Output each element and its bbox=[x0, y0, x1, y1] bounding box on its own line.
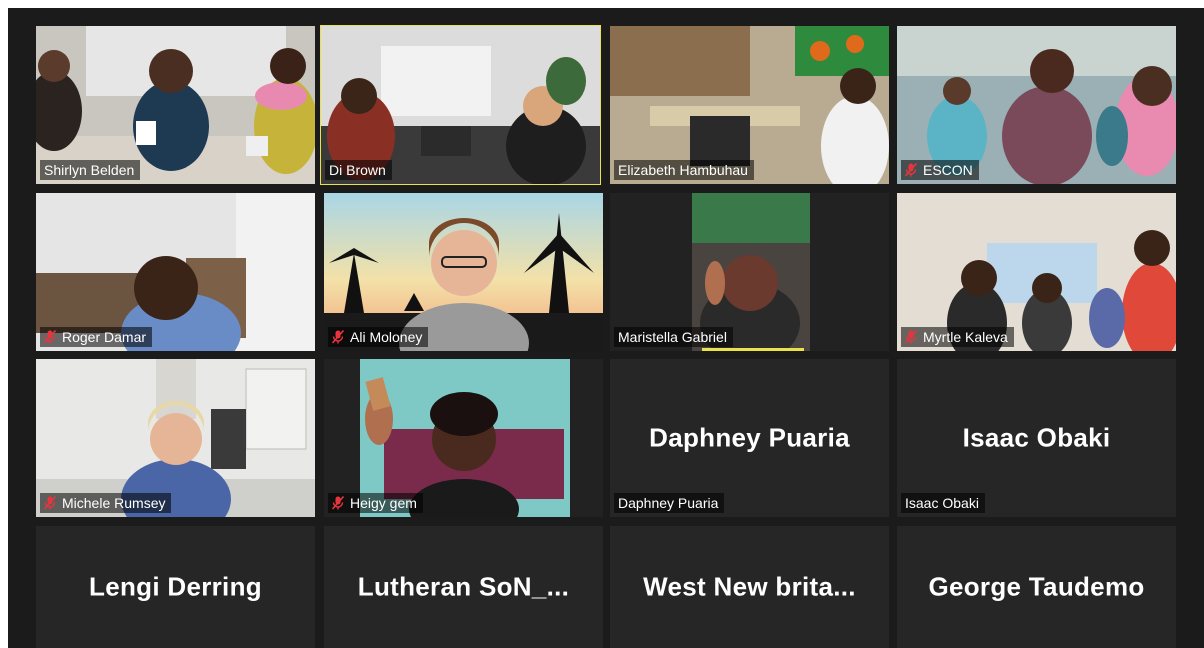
muted-microphone-icon bbox=[332, 496, 344, 510]
participant-tile-video-off[interactable]: Daphney Puaria Daphney Puaria bbox=[610, 359, 889, 517]
participant-tile-video-off[interactable]: Isaac Obaki Isaac Obaki bbox=[897, 359, 1176, 517]
muted-microphone-icon bbox=[332, 330, 344, 344]
participant-name-label: Isaac Obaki bbox=[901, 493, 985, 513]
participant-tile-video-off[interactable]: West New brita... bbox=[610, 526, 889, 648]
participant-name-label: Myrtle Kaleva bbox=[901, 327, 1014, 347]
participant-tile-video-off[interactable]: Lutheran SoN_... bbox=[324, 526, 603, 648]
participant-display-name: Isaac Obaki bbox=[962, 422, 1111, 453]
participant-name-label: Di Brown bbox=[325, 160, 392, 180]
participant-tile[interactable]: Elizabeth Hambuhau bbox=[610, 26, 889, 184]
muted-microphone-icon bbox=[905, 330, 917, 344]
participant-name-label: Michele Rumsey bbox=[40, 493, 172, 513]
participant-name-label: Ali Moloney bbox=[328, 327, 429, 347]
participant-display-name: Lutheran SoN_... bbox=[357, 571, 570, 602]
participant-tile[interactable]: Heigy gem bbox=[324, 359, 603, 517]
participant-display-name: Daphney Puaria bbox=[649, 422, 850, 453]
participant-name-label: Maristella Gabriel bbox=[614, 327, 733, 347]
participant-display-name: Lengi Derring bbox=[89, 571, 262, 602]
participant-tile-active-speaker[interactable]: Di Brown bbox=[320, 25, 601, 185]
participant-tile-video-off[interactable]: Lengi Derring bbox=[36, 526, 315, 648]
participant-name-label: ESCON bbox=[901, 160, 979, 180]
participant-name-label: Daphney Puaria bbox=[614, 493, 725, 513]
participant-tile[interactable]: Shirlyn Belden bbox=[36, 26, 315, 184]
participant-name-label: Roger Damar bbox=[40, 327, 153, 347]
muted-microphone-icon bbox=[905, 163, 917, 177]
participant-tile[interactable]: Myrtle Kaleva bbox=[897, 193, 1176, 351]
muted-microphone-icon bbox=[44, 496, 56, 510]
participant-display-name: West New brita... bbox=[643, 571, 856, 602]
participant-tile[interactable]: Ali Moloney bbox=[324, 193, 603, 351]
gallery-view: Shirlyn Belden Di Brown Elizabeth Hambuh… bbox=[8, 8, 1204, 648]
participant-display-name: George Taudemo bbox=[928, 571, 1145, 602]
participant-tile[interactable]: ESCON bbox=[897, 26, 1176, 184]
participant-tile[interactable]: Michele Rumsey bbox=[36, 359, 315, 517]
muted-microphone-icon bbox=[44, 330, 56, 344]
participant-tile-video-off[interactable]: George Taudemo bbox=[897, 526, 1176, 648]
participant-name-label: Elizabeth Hambuhau bbox=[614, 160, 754, 180]
participant-tile[interactable]: Maristella Gabriel bbox=[610, 193, 889, 351]
participant-tile[interactable]: Roger Damar bbox=[36, 193, 315, 351]
participant-name-label: Heigy gem bbox=[328, 493, 423, 513]
participant-name-label: Shirlyn Belden bbox=[40, 160, 141, 180]
